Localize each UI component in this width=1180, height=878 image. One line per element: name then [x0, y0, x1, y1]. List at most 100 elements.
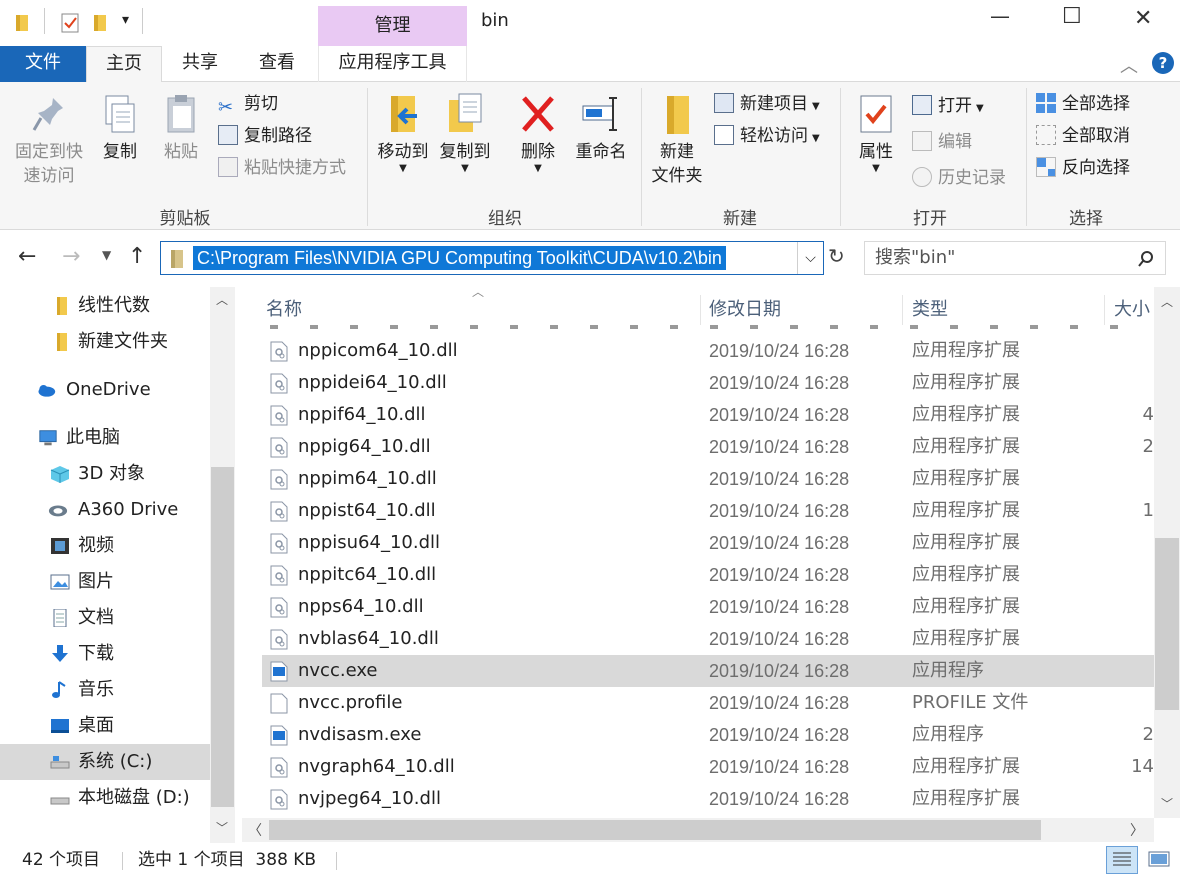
- copy-path-button[interactable]: 复制路径: [218, 124, 312, 148]
- column-header-type[interactable]: 类型: [912, 295, 948, 321]
- recent-locations-icon[interactable]: ▼: [102, 248, 111, 262]
- table-row[interactable]: nppicom64_10.dll 2019/10/24 16:28 应用程序扩展: [262, 335, 1154, 367]
- new-item-button[interactable]: 新建项目 ▼: [714, 92, 820, 119]
- vertical-scrollbar-thumb[interactable]: [1155, 538, 1179, 710]
- move-to-icon: [391, 96, 417, 132]
- nav-item-desktop[interactable]: 桌面: [0, 708, 210, 744]
- large-icons-view-button[interactable]: [1144, 846, 1174, 874]
- search-icon[interactable]: [1137, 250, 1155, 268]
- table-row[interactable]: nvgraph64_10.dll 2019/10/24 16:28 应用程序扩展 14: [262, 751, 1154, 783]
- search-box[interactable]: 搜索"bin": [864, 241, 1166, 275]
- paste-shortcut-button[interactable]: 粘贴快捷方式: [218, 156, 346, 180]
- computer-icon: [39, 430, 57, 446]
- table-row[interactable]: nvcc.profile 2019/10/24 16:28 PROFILE 文件: [262, 687, 1154, 719]
- nav-item-downloads[interactable]: 下载: [0, 636, 210, 672]
- table-row[interactable]: nppist64_10.dll 2019/10/24 16:28 应用程序扩展 1: [262, 495, 1154, 527]
- edit-button[interactable]: 编辑: [912, 130, 972, 154]
- history-button[interactable]: 历史记录: [912, 166, 1006, 190]
- new-folder-button[interactable]: 新建 文件夹: [646, 92, 708, 188]
- nav-item-videos[interactable]: 视频: [0, 528, 210, 564]
- scroll-down-icon[interactable]: ﹀: [216, 819, 228, 836]
- nav-scrollbar[interactable]: ︿ ﹀: [210, 287, 235, 843]
- nav-item-onedrive[interactable]: OneDrive: [0, 372, 210, 408]
- column-header-size[interactable]: 大小: [1114, 295, 1150, 321]
- file-size: 2: [1142, 436, 1154, 457]
- table-row[interactable]: nppisu64_10.dll 2019/10/24 16:28 应用程序扩展: [262, 527, 1154, 559]
- nav-item-documents[interactable]: 文档: [0, 600, 210, 636]
- title-bar: ▾ 管理 bin — ☐ ✕: [0, 0, 1180, 46]
- table-row[interactable]: nppitc64_10.dll 2019/10/24 16:28 应用程序扩展: [262, 559, 1154, 591]
- table-row[interactable]: npps64_10.dll 2019/10/24 16:28 应用程序扩展: [262, 591, 1154, 623]
- properties-button[interactable]: 属性 ▼: [848, 92, 904, 174]
- copy-to-button[interactable]: 复制到 ▼: [434, 92, 496, 174]
- nav-item-pictures[interactable]: 图片: [0, 564, 210, 600]
- address-bar[interactable]: C:\Program Files\NVIDIA GPU Computing To…: [160, 241, 824, 275]
- scroll-up-icon[interactable]: ︿: [216, 291, 228, 308]
- nav-item-linear-algebra[interactable]: 线性代数: [0, 288, 210, 324]
- table-row[interactable]: nppig64_10.dll 2019/10/24 16:28 应用程序扩展 2: [262, 431, 1154, 463]
- easy-access-label: 轻松访问: [740, 126, 808, 146]
- up-arrow-icon[interactable]: ↑: [128, 244, 146, 269]
- nav-item-a360-drive[interactable]: A360 Drive: [0, 492, 210, 528]
- minimize-button[interactable]: —: [990, 4, 1010, 28]
- select-all-button[interactable]: 全部选择: [1036, 92, 1130, 116]
- address-dropdown-icon[interactable]: ⌵: [797, 242, 823, 274]
- divider: [840, 88, 841, 226]
- large-icons-view-icon: [1148, 851, 1170, 867]
- nav-item-new-folder[interactable]: 新建文件夹: [0, 324, 210, 360]
- scroll-down-icon[interactable]: ﹀: [1161, 795, 1173, 812]
- table-row[interactable]: nppim64_10.dll 2019/10/24 16:28 应用程序扩展: [262, 463, 1154, 495]
- nav-item-system-c[interactable]: 系统 (C:): [0, 744, 210, 780]
- details-view-button[interactable]: [1106, 846, 1138, 874]
- maximize-button[interactable]: ☐: [1062, 4, 1082, 29]
- horizontal-scrollbar-thumb[interactable]: [269, 820, 1041, 840]
- nav-item-this-pc[interactable]: 此电脑: [0, 420, 210, 456]
- move-to-button[interactable]: 移动到 ▼: [372, 92, 434, 174]
- refresh-icon[interactable]: ↻: [828, 244, 845, 268]
- paste-button[interactable]: 粘贴: [154, 92, 208, 164]
- open-button[interactable]: 打开 ▼: [912, 94, 984, 121]
- quick-access-dropdown-icon[interactable]: ▾: [122, 12, 129, 28]
- select-none-button[interactable]: 全部取消: [1036, 124, 1130, 148]
- invert-selection-button[interactable]: 反向选择: [1036, 156, 1130, 180]
- close-button[interactable]: ✕: [1134, 6, 1152, 31]
- scroll-up-icon[interactable]: ︿: [1161, 293, 1173, 310]
- scroll-left-icon[interactable]: 〈: [248, 820, 262, 840]
- tab-home[interactable]: 主页: [86, 46, 162, 83]
- tab-view[interactable]: 查看: [240, 46, 314, 82]
- copy-to-label: 复制到: [439, 142, 491, 162]
- table-row[interactable]: nppidei64_10.dll 2019/10/24 16:28 应用程序扩展: [262, 367, 1154, 399]
- search-input[interactable]: 搜索"bin": [875, 246, 955, 270]
- scroll-right-icon[interactable]: 〉: [1130, 820, 1144, 840]
- forward-arrow-icon[interactable]: →: [62, 244, 80, 269]
- scrollbar-thumb[interactable]: [211, 467, 234, 807]
- nav-item-music[interactable]: 音乐: [0, 672, 210, 708]
- nav-item-3d-objects[interactable]: 3D 对象: [0, 456, 210, 492]
- tab-share[interactable]: 共享: [164, 46, 236, 82]
- nav-item-local-disk-d[interactable]: 本地磁盘 (D:): [0, 780, 210, 816]
- tab-file[interactable]: 文件: [0, 46, 86, 82]
- rename-button[interactable]: 重命名: [568, 92, 634, 164]
- pin-quick-access-button[interactable]: 固定到快 速访问: [8, 92, 90, 188]
- cut-button[interactable]: ✂ 剪切: [218, 92, 278, 118]
- help-icon[interactable]: ?: [1152, 52, 1174, 74]
- collapse-ribbon-icon[interactable]: ︿: [1120, 52, 1138, 78]
- back-arrow-icon[interactable]: ←: [18, 244, 36, 269]
- delete-button[interactable]: 删除 ▼: [510, 92, 566, 174]
- file-name: nppif64_10.dll: [298, 404, 426, 425]
- address-path[interactable]: C:\Program Files\NVIDIA GPU Computing To…: [193, 246, 726, 270]
- easy-access-button[interactable]: 轻松访问 ▼: [714, 124, 820, 151]
- table-row[interactable]: nvblas64_10.dll 2019/10/24 16:28 应用程序扩展: [262, 623, 1154, 655]
- table-row[interactable]: nvcc.exe 2019/10/24 16:28 应用程序: [262, 655, 1154, 687]
- exe-file-icon: [270, 661, 288, 682]
- column-header-name[interactable]: 名称: [266, 295, 302, 321]
- copy-button[interactable]: 复制: [94, 92, 146, 164]
- table-row[interactable]: nvdisasm.exe 2019/10/24 16:28 应用程序 2: [262, 719, 1154, 751]
- properties-icon[interactable]: [60, 12, 80, 34]
- tab-app-tools[interactable]: 应用程序工具: [318, 46, 467, 82]
- context-tab-manage[interactable]: 管理: [318, 6, 467, 46]
- table-row[interactable]: nvjpeg64_10.dll 2019/10/24 16:28 应用程序扩展: [262, 783, 1154, 815]
- table-row[interactable]: nppif64_10.dll 2019/10/24 16:28 应用程序扩展 4: [262, 399, 1154, 431]
- column-header-date[interactable]: 修改日期: [709, 295, 781, 321]
- new-folder-icon[interactable]: [92, 12, 110, 32]
